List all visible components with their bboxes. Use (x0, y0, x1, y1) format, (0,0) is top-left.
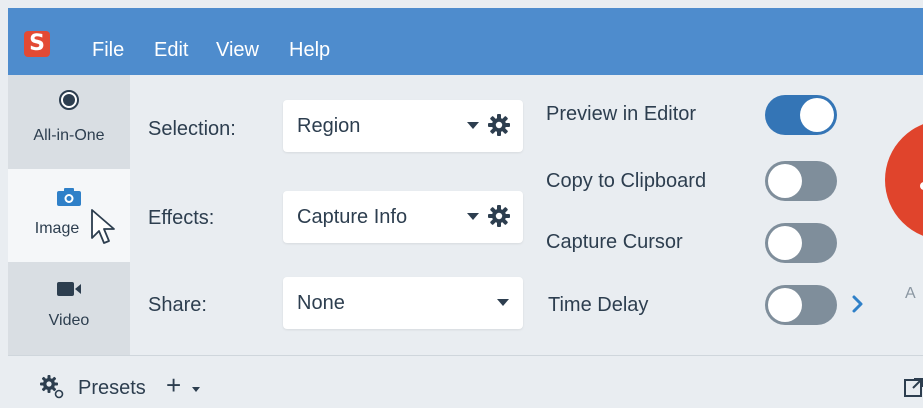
gear-icon[interactable] (487, 204, 511, 228)
mode-label-all-in-one: All-in-One (33, 127, 105, 144)
chevron-down-icon (497, 299, 509, 306)
chevron-right-icon[interactable] (850, 292, 866, 316)
popout-icon[interactable] (903, 376, 923, 398)
copy-to-clipboard-label: Copy to Clipboard (546, 170, 707, 192)
record-circle-icon (59, 90, 79, 110)
mode-tab-video[interactable]: Video (8, 262, 130, 355)
selection-value: Region (297, 115, 361, 137)
menu-view[interactable]: View (216, 38, 259, 62)
chevron-down-icon (467, 213, 479, 220)
presets-gear-icon[interactable] (38, 373, 64, 399)
share-label: Share: (148, 294, 207, 316)
capture-settings-panel: Selection: Region Effects: Capture Info (130, 75, 923, 355)
menu-help[interactable]: Help (289, 38, 330, 62)
effects-dropdown[interactable]: Capture Info (283, 191, 523, 243)
presets-label[interactable]: Presets (78, 376, 146, 400)
mode-tab-all-in-one[interactable]: All-in-One (8, 75, 130, 169)
effects-value: Capture Info (297, 206, 408, 228)
capture-button-label: A (905, 285, 916, 302)
gear-icon[interactable] (487, 113, 511, 137)
time-delay-toggle[interactable] (765, 285, 837, 325)
capture-cursor-toggle[interactable] (765, 223, 837, 263)
mode-label-video: Video (48, 312, 90, 329)
selection-dropdown[interactable]: Region (283, 100, 523, 152)
menu-bar: S File Edit View Help (8, 8, 923, 75)
toggle-knob (768, 288, 802, 322)
capture-window: S File Edit View Help All-in-One Image V… (0, 0, 923, 408)
add-preset-button[interactable]: + (166, 370, 181, 400)
preview-in-editor-label: Preview in Editor (546, 103, 697, 125)
share-value: None (297, 292, 345, 314)
toggle-knob (800, 98, 834, 132)
snagit-logo-icon: S (24, 31, 50, 57)
menu-file[interactable]: File (92, 38, 124, 62)
effects-label: Effects: (148, 207, 215, 229)
toggle-knob (768, 226, 802, 260)
capture-cursor-label: Capture Cursor (546, 231, 683, 253)
mouse-pointer-icon (91, 209, 115, 244)
video-camera-icon (57, 282, 81, 296)
time-delay-label: Time Delay (548, 294, 649, 316)
presets-bar: Presets + (8, 355, 923, 408)
chevron-down-icon[interactable] (192, 387, 200, 392)
toggle-knob (768, 164, 802, 198)
copy-to-clipboard-toggle[interactable] (765, 161, 837, 201)
preview-in-editor-toggle[interactable] (765, 95, 837, 135)
menu-edit[interactable]: Edit (154, 38, 188, 62)
chevron-down-icon (467, 122, 479, 129)
camera-icon (57, 188, 81, 206)
selection-label: Selection: (148, 118, 236, 140)
share-dropdown[interactable]: None (283, 277, 523, 329)
